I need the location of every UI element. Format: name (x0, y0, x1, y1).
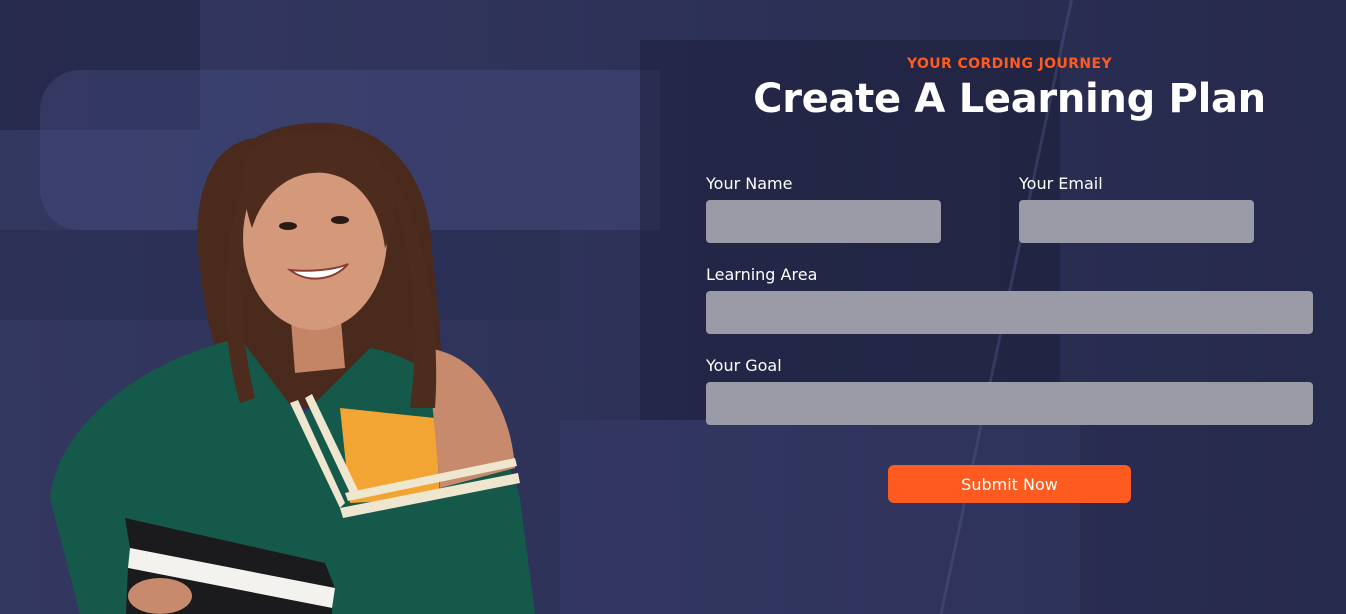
student-image (50, 122, 535, 614)
email-input[interactable] (1019, 200, 1254, 243)
email-field-group: Your Email (1019, 174, 1254, 243)
goal-field-group: Your Goal (706, 356, 1313, 425)
learning-area-field-group: Learning Area (706, 265, 1313, 334)
email-label: Your Email (1019, 174, 1103, 193)
learning-plan-form: YOUR CORDING JOURNEY Create A Learning P… (706, 56, 1313, 503)
learning-area-input[interactable] (706, 291, 1313, 334)
form-eyebrow: YOUR CORDING JOURNEY (906, 56, 1113, 72)
name-input[interactable] (706, 200, 941, 243)
goal-label: Your Goal (706, 356, 782, 375)
form-title: Create A Learning Plan (753, 76, 1266, 122)
submit-button[interactable]: Submit Now (888, 465, 1131, 503)
background-shape (560, 420, 1080, 614)
name-label: Your Name (706, 174, 793, 193)
goal-input[interactable] (706, 382, 1313, 425)
learning-area-label: Learning Area (706, 265, 818, 284)
name-field-group: Your Name (706, 174, 941, 243)
